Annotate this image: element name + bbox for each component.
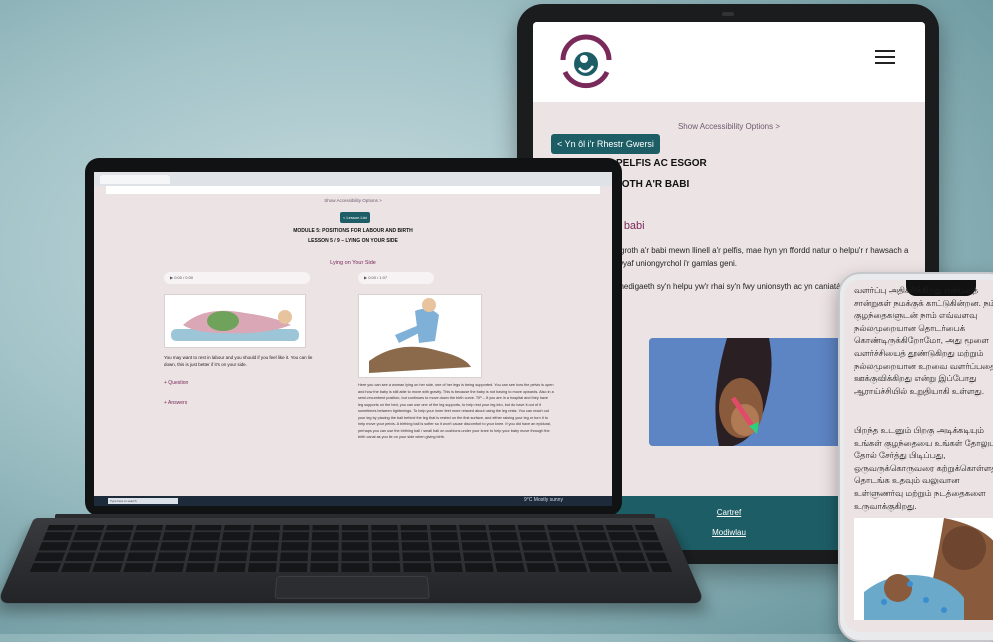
question-toggle[interactable]: + Question — [164, 380, 188, 386]
real-birth-workshop-logo[interactable] — [553, 30, 619, 96]
tamil-paragraph: வளர்ப்பு அதிகரிக்கிறது என்பதை சான்றுகள் … — [854, 285, 993, 396]
taskbar-weather[interactable]: 9°C Mostly sunny — [524, 497, 563, 503]
back-to-lessons-button[interactable]: < Yn ôl i'r Rhestr Gwersi — [551, 134, 660, 154]
uterus-illustration — [649, 338, 843, 446]
audio-time: 0:00 / 0:00 — [174, 275, 194, 280]
skin-to-skin-illustration — [854, 518, 993, 620]
browser-tab-bar — [94, 172, 612, 186]
taskbar-search-input[interactable]: Type here to search — [108, 498, 178, 504]
side-lying-illustration — [164, 294, 306, 348]
supported-leg-illustration — [358, 294, 482, 378]
browser-address-bar[interactable] — [106, 186, 600, 194]
audio-time: 0:00 / 1:07 — [368, 275, 388, 280]
tamil-paragraph: பிறந்த உடனும் பிறகு அடிக்கடியும் உங்கள் … — [854, 425, 993, 511]
back-to-lessons-button[interactable]: < Lesson List — [340, 212, 370, 223]
module-title: MODULE 5: POSITIONS FOR LABOUR AND BIRTH — [293, 228, 413, 234]
laptop-screen: Show Accessibility Options > < Lesson Li… — [94, 172, 612, 506]
keyboard-rows — [29, 524, 673, 572]
browser-tab[interactable] — [100, 175, 170, 184]
lesson-title: LESSON 5 / 9 – LYING ON YOUR SIDE — [308, 238, 398, 244]
hamburger-menu-icon[interactable] — [875, 50, 895, 64]
laptop-keyboard-deck — [0, 518, 706, 604]
image-caption: You may want to rest in labour and you s… — [164, 355, 313, 367]
lesson-paragraph: r groth a'r babi mewn llinell a'r pelfis… — [615, 246, 909, 268]
tablet-camera — [722, 12, 734, 16]
site-header — [533, 22, 925, 102]
section-heading: Lying on Your Side — [330, 260, 376, 266]
lesson-body-text: Here you can see a woman lying on her si… — [358, 383, 554, 439]
accessibility-link[interactable]: Show Accessibility Options > — [533, 122, 925, 131]
accessibility-link[interactable]: Show Accessibility Options > — [94, 198, 612, 203]
answers-toggle[interactable]: + Answers — [164, 400, 187, 406]
audio-player-right[interactable]: ▶ 0:00 / 1:07 — [358, 272, 434, 284]
trackpad — [274, 575, 430, 599]
phone-screen: வளர்ப்பு அதிகரிக்கிறது என்பதை சான்றுகள் … — [844, 280, 993, 632]
audio-player-left[interactable]: ▶ 0:00 / 0:00 — [164, 272, 310, 284]
